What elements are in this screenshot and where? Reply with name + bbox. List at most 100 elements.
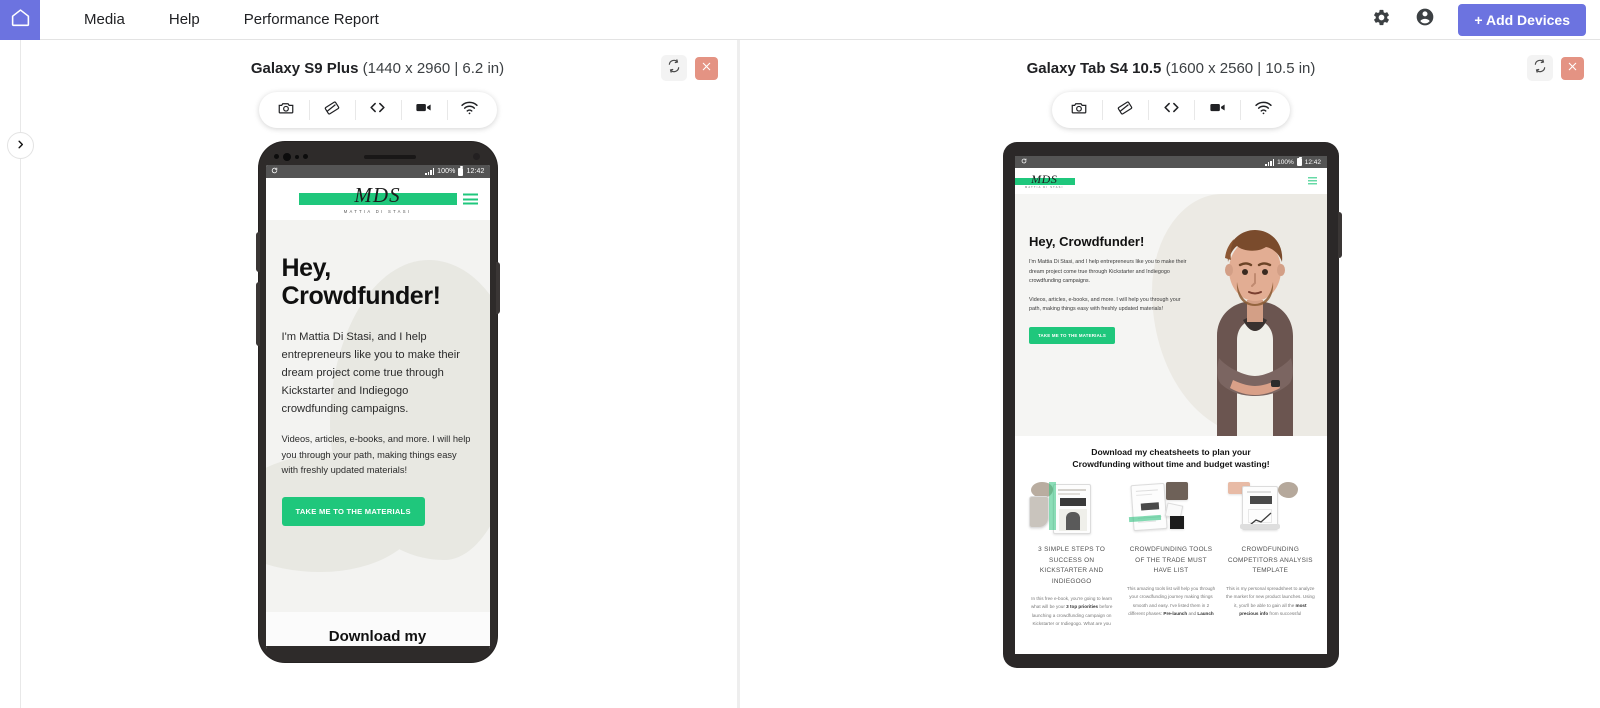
downloads-section: Download my — [265, 612, 490, 649]
site-header: MDS MATTIA DI STASI — [265, 178, 490, 220]
card-title: CROWDFUNDING TOOLS OF THE TRADE MUST HAV… — [1129, 546, 1213, 575]
android-status-bar: 100% 12:42 — [1015, 156, 1327, 168]
downloads-heading-line-1: Download my cheatsheets to plan your — [1091, 447, 1251, 457]
record-video-button[interactable] — [400, 92, 447, 128]
site-logo[interactable]: MDS MATTIA DI STASI — [1015, 171, 1076, 190]
battery-percent-label: 100% — [1277, 158, 1294, 166]
device-spec: (1440 x 2960 | 6.2 in) — [362, 59, 505, 77]
logo-subtitle: MATTIA DI STASI — [343, 208, 412, 214]
left-sidebar-rail — [0, 40, 34, 708]
record-video-button[interactable] — [1194, 92, 1240, 128]
earpiece-speaker — [364, 154, 416, 159]
clock-label: 12:42 — [466, 168, 485, 175]
downloads-heading-line-2: Crowdfunding without time and budget was… — [1072, 459, 1270, 470]
card-artwork — [1027, 480, 1116, 538]
hero-heading: Hey, Crowdfunder! — [1029, 234, 1145, 249]
screenshot-button[interactable] — [1056, 92, 1102, 128]
hero-cta-button[interactable]: TAKE ME TO THE MATERIALS — [281, 497, 425, 527]
logo-text: MDS — [1031, 171, 1058, 186]
rotate-device-button[interactable] — [661, 55, 687, 81]
hero-heading-line-2: Crowdfunder! — [281, 282, 441, 311]
device-name: Galaxy Tab S4 10.5 — [1026, 59, 1162, 77]
downloads-heading: Download my — [328, 628, 427, 645]
phone-bottom-bezel — [265, 646, 490, 662]
card-body: This amazing tools list will help you th… — [1126, 585, 1216, 616]
close-icon — [1567, 59, 1578, 77]
tablet-power-button — [1338, 212, 1342, 258]
code-icon — [368, 98, 387, 122]
device-title-galaxy-s9-plus: Galaxy S9 Plus (1440 x 2960 | 6.2 in) — [251, 60, 504, 77]
rotate-orientation-button[interactable] — [1102, 92, 1148, 128]
proximity-sensor — [472, 153, 480, 160]
close-icon — [701, 59, 712, 77]
hamburger-menu-icon[interactable] — [462, 193, 478, 205]
cheatsheet-card[interactable]: 3 SIMPLE STEPS TO SUCCESS ON KICKSTARTER… — [1027, 480, 1116, 628]
hero-paragraph-1: I'm Mattia Di Stasi, and I help entrepre… — [281, 330, 460, 416]
expand-sidebar-button[interactable] — [7, 132, 34, 159]
card-title: CROWDFUNDING COMPETITORS ANALYSIS TEMPLA… — [1227, 546, 1313, 575]
close-device-button[interactable] — [695, 56, 718, 80]
hero-section: Hey, Crowdfunder! I'm Mattia Di Stasi, a… — [1015, 194, 1327, 436]
hero-section: Hey, Crowdfunder! I'm Mattia Di Stasi, a… — [265, 220, 490, 612]
signal-icon — [1265, 158, 1275, 166]
device-pane-galaxy-tab-s4: Galaxy Tab S4 10.5 (1600 x 2560 | 10.5 i… — [742, 40, 1600, 708]
android-status-bar: 100% 12:42 — [265, 165, 490, 178]
chevron-right-icon — [15, 137, 26, 155]
phone-screen[interactable]: 100% 12:42 MDS MATTIA DI STASI Hey, Crow… — [265, 165, 490, 649]
downloads-heading: Download my cheatsheets to plan your Cro… — [1027, 446, 1315, 470]
hero-cta-button[interactable]: TAKE ME TO THE MATERIALS — [1029, 327, 1115, 345]
screen-rotation-icon — [323, 99, 341, 122]
device-toolbar-galaxy-tab-s4 — [1052, 92, 1290, 128]
code-icon — [1162, 98, 1181, 122]
network-throttle-button[interactable] — [1240, 92, 1286, 128]
hero-paragraph-2: Videos, articles, e-books, and more. I w… — [1029, 296, 1181, 313]
device-header-galaxy-tab-s4: Galaxy Tab S4 10.5 (1600 x 2560 | 10.5 i… — [742, 50, 1600, 86]
account-button[interactable] — [1414, 8, 1436, 31]
nav-item-performance-report[interactable]: Performance Report — [222, 11, 401, 28]
front-camera-cluster — [273, 152, 308, 161]
settings-button[interactable] — [1370, 9, 1392, 31]
status-right-group: 100% 12:42 — [1265, 156, 1321, 166]
tablet-screen[interactable]: 100% 12:42 MDS MATTIA DI STASI Hey, Crow… — [1015, 156, 1327, 654]
phone-device-frame: 100% 12:42 MDS MATTIA DI STASI Hey, Crow… — [255, 142, 500, 662]
gear-icon — [1372, 8, 1391, 32]
site-logo[interactable]: MDS MATTIA DI STASI — [298, 184, 457, 214]
inspect-code-button[interactable] — [354, 92, 401, 128]
device-title-galaxy-tab-s4: Galaxy Tab S4 10.5 (1600 x 2560 | 10.5 i… — [1027, 60, 1316, 77]
home-icon — [10, 7, 31, 33]
hero-paragraph-1: I'm Mattia Di Stasi, and I help entrepre… — [1029, 259, 1187, 285]
card-artwork — [1126, 480, 1215, 538]
add-devices-button[interactable]: + Add Devices — [1458, 3, 1586, 36]
site-header: MDS MATTIA DI STASI — [1015, 168, 1327, 194]
rotate-device-button[interactable] — [1527, 55, 1553, 81]
video-camera-icon — [414, 98, 433, 122]
status-right-group: 100% 12:42 — [425, 166, 485, 176]
card-title: 3 SIMPLE STEPS TO SUCCESS ON KICKSTARTER… — [1038, 546, 1106, 585]
topbar-actions: + Add Devices — [1370, 3, 1600, 36]
cheatsheet-card[interactable]: CROWDFUNDING COMPETITORS ANALYSIS TEMPLA… — [1226, 480, 1315, 628]
nav-item-media[interactable]: Media — [62, 11, 147, 28]
status-left-icon — [1021, 158, 1027, 166]
screenshot-button[interactable] — [263, 92, 309, 128]
device-panes: Galaxy S9 Plus (1440 x 2960 | 6.2 in) 10… — [21, 40, 1600, 708]
person-illustration — [1217, 230, 1293, 436]
home-button[interactable] — [0, 0, 40, 40]
network-throttle-button[interactable] — [446, 92, 493, 128]
inspect-code-button[interactable] — [1148, 92, 1194, 128]
nav-item-help[interactable]: Help — [147, 11, 222, 28]
cheatsheet-card[interactable]: CROWDFUNDING TOOLS OF THE TRADE MUST HAV… — [1126, 480, 1215, 628]
card-artwork — [1226, 480, 1315, 538]
rotate-icon — [1533, 58, 1547, 78]
device-header-actions — [661, 55, 718, 81]
battery-percent-label: 100% — [437, 168, 456, 175]
card-body: This is my personal spreadsheet to analy… — [1226, 585, 1315, 616]
logo-subtitle: MATTIA DI STASI — [1025, 186, 1064, 190]
cheatsheet-cards: 3 SIMPLE STEPS TO SUCCESS ON KICKSTARTER… — [1027, 480, 1315, 628]
phone-top-bezel — [266, 148, 490, 165]
signal-icon — [425, 168, 435, 175]
hero-heading-line-1: Hey, — [281, 254, 332, 282]
pane-resize-divider[interactable] — [734, 40, 742, 708]
close-device-button[interactable] — [1561, 56, 1584, 80]
hamburger-menu-icon[interactable] — [1308, 177, 1317, 185]
rotate-orientation-button[interactable] — [308, 92, 355, 128]
